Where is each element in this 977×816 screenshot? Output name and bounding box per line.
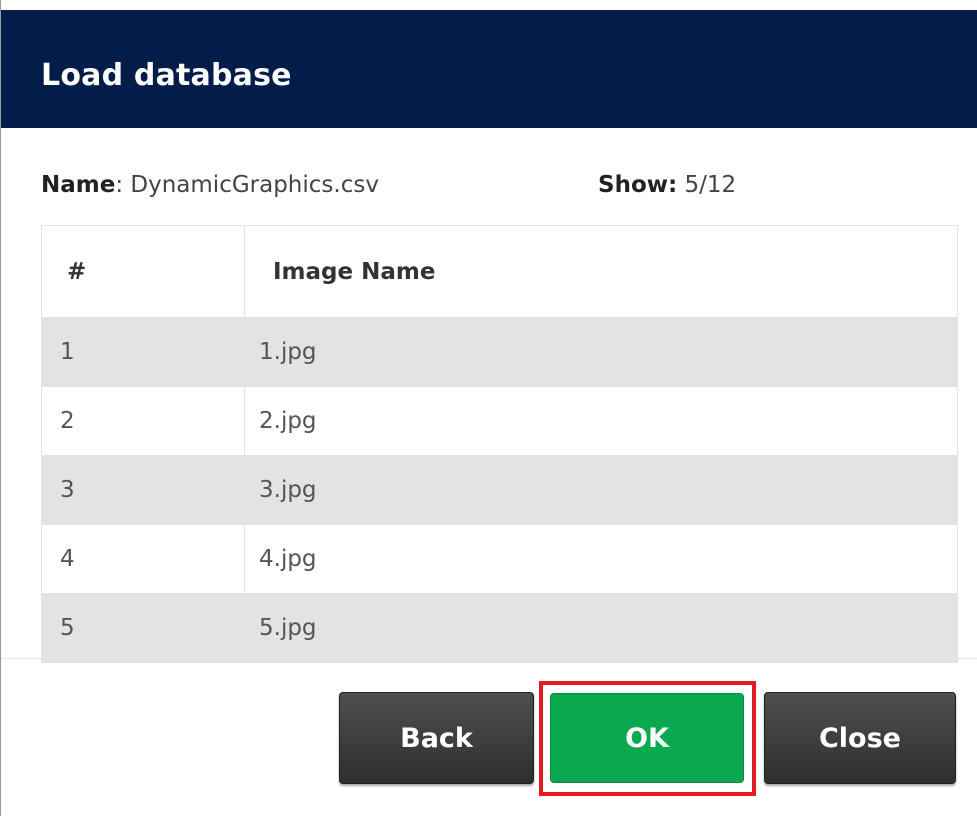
- name-value: : DynamicGraphics.csv: [115, 172, 379, 198]
- dialog-title: Load database: [41, 58, 292, 93]
- show-value: 5/12: [677, 172, 737, 198]
- row-image-name: 3.jpg: [244, 455, 958, 525]
- row-number: 5: [41, 593, 245, 663]
- table-row[interactable]: 4 4.jpg: [41, 524, 958, 594]
- close-button[interactable]: Close: [764, 692, 956, 784]
- row-image-name: 4.jpg: [244, 524, 958, 594]
- back-button[interactable]: Back: [339, 692, 534, 784]
- column-header-image-name: Image Name: [244, 225, 958, 318]
- row-image-name: 5.jpg: [244, 593, 958, 663]
- row-number: 3: [41, 455, 245, 525]
- row-number: 2: [41, 386, 245, 456]
- table-row[interactable]: 2 2.jpg: [41, 386, 958, 456]
- load-database-dialog: Load database Name: DynamicGraphics.csv …: [0, 0, 977, 816]
- name-label: Name: [41, 172, 116, 198]
- top-strip: [1, 0, 977, 10]
- row-image-name: 2.jpg: [244, 386, 958, 456]
- column-header-number: #: [41, 225, 245, 318]
- table-row[interactable]: 1 1.jpg: [41, 317, 958, 387]
- ok-button[interactable]: OK: [550, 693, 744, 783]
- footer-divider: [1, 658, 977, 659]
- table-header-row: # Image Name: [41, 225, 958, 318]
- dialog-titlebar: Load database: [1, 10, 977, 128]
- image-table: # Image Name 1 1.jpg 2 2.jpg 3 3.jpg 4 4…: [41, 225, 958, 663]
- table-row[interactable]: 3 3.jpg: [41, 455, 958, 525]
- row-number: 1: [41, 317, 245, 387]
- show-count: Show: 5/12: [598, 172, 736, 198]
- row-image-name: 1.jpg: [244, 317, 958, 387]
- database-name: Name: DynamicGraphics.csv: [41, 172, 379, 198]
- show-label: Show:: [598, 172, 678, 198]
- row-number: 4: [41, 524, 245, 594]
- table-row[interactable]: 5 5.jpg: [41, 593, 958, 663]
